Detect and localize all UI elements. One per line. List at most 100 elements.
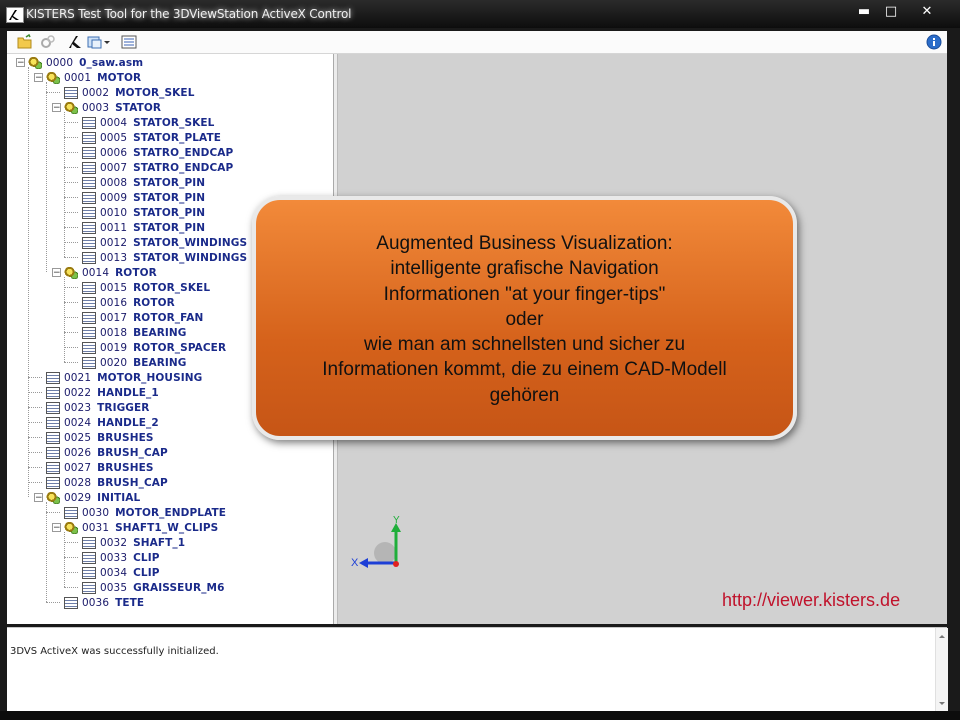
part-icon — [82, 326, 96, 339]
tree-node[interactable]: 0026 BRUSH_CAP — [34, 445, 168, 460]
tree-node[interactable]: 0006 STATRO_ENDCAP — [70, 145, 233, 160]
node-label: TRIGGER — [97, 401, 150, 414]
assembly-icon — [64, 101, 78, 114]
node-number: 0018 — [100, 326, 128, 339]
tree-node[interactable]: 0035 GRAISSEUR_M6 — [70, 580, 225, 595]
tree-node[interactable]: 0010 STATOR_PIN — [70, 205, 205, 220]
tree-node[interactable]: 0022 HANDLE_1 — [34, 385, 159, 400]
collapse-toggle-icon[interactable]: − — [52, 103, 61, 113]
tree-node[interactable]: − 0001 MOTOR — [34, 70, 141, 85]
tree-node[interactable]: 0028 BRUSH_CAP — [34, 475, 168, 490]
node-label: STATOR_PIN — [133, 221, 206, 234]
tree-node[interactable]: 0032 SHAFT_1 — [70, 535, 185, 550]
part-icon — [82, 116, 96, 129]
node-label: STATOR_PLATE — [133, 131, 222, 144]
node-number: 0001 — [64, 71, 92, 84]
collapse-toggle-icon[interactable]: − — [34, 493, 43, 503]
tree-node[interactable]: − 0000 0_saw.asm — [16, 55, 143, 70]
tree-node[interactable]: 0030 MOTOR_ENDPLATE — [52, 505, 226, 520]
tree-node[interactable]: 0018 BEARING — [70, 325, 187, 340]
tree-node[interactable]: 0007 STATRO_ENDCAP — [70, 160, 233, 175]
tree-node[interactable]: 0025 BRUSHES — [34, 430, 154, 445]
kisters-logo-icon[interactable] — [67, 34, 83, 50]
node-number: 0011 — [100, 221, 128, 234]
node-number: 0015 — [100, 281, 128, 294]
tree-node[interactable]: 0020 BEARING — [70, 355, 187, 370]
collapse-toggle-icon[interactable]: − — [16, 58, 25, 68]
tree-node[interactable]: 0009 STATOR_PIN — [70, 190, 205, 205]
part-icon — [46, 401, 60, 414]
open-folder-icon[interactable] — [17, 33, 33, 50]
callout-text: Augmented Business Visualization: intell… — [256, 231, 793, 408]
node-label: STATOR_WINDINGS — [133, 236, 248, 249]
node-number: 0005 — [100, 131, 128, 144]
tree-node[interactable]: 0005 STATOR_PLATE — [70, 130, 221, 145]
node-number: 0022 — [64, 386, 92, 399]
part-icon — [82, 581, 96, 594]
callout-line: Augmented Business Visualization: — [376, 233, 673, 254]
tree-node[interactable]: − 0003 STATOR — [52, 100, 161, 115]
node-label: BRUSH_CAP — [97, 446, 168, 459]
info-icon[interactable] — [926, 34, 942, 50]
tree-node[interactable]: 0036 TETE — [52, 595, 144, 610]
assembly-icon — [46, 71, 60, 84]
part-icon — [82, 191, 96, 204]
export-icon[interactable] — [121, 34, 137, 50]
node-number: 0035 — [100, 581, 128, 594]
tree-node[interactable]: 0013 STATOR_WINDINGS — [70, 250, 247, 265]
node-number: 0010 — [100, 206, 128, 219]
node-label: BRUSH_CAP — [97, 476, 168, 489]
tree-node[interactable]: 0034 CLIP — [70, 565, 160, 580]
settings-icon[interactable] — [40, 34, 56, 50]
tree-node[interactable]: − 0029 INITIAL — [34, 490, 140, 505]
node-number: 0032 — [100, 536, 128, 549]
title-bar[interactable]: KISTERS Test Tool for the 3DViewStation … — [0, 0, 960, 28]
node-number: 0014 — [82, 266, 110, 279]
tree-node[interactable]: − 0031 SHAFT1_W_CLIPS — [52, 520, 218, 535]
window-title: KISTERS Test Tool for the 3DViewStation … — [26, 7, 352, 21]
node-number: 0036 — [82, 596, 110, 609]
node-number: 0030 — [82, 506, 110, 519]
tree-node[interactable]: 0012 STATOR_WINDINGS — [70, 235, 247, 250]
tree-node[interactable]: 0017 ROTOR_FAN — [70, 310, 203, 325]
viewer-url-link[interactable]: http://viewer.kisters.de — [722, 590, 900, 611]
tree-node[interactable]: 0023 TRIGGER — [34, 400, 149, 415]
tree-node[interactable]: 0024 HANDLE_2 — [34, 415, 159, 430]
collapse-toggle-icon[interactable]: − — [52, 523, 61, 533]
status-message: 3DVS ActiveX was successfully initialize… — [10, 646, 219, 657]
assembly-icon — [46, 491, 60, 504]
part-icon — [82, 131, 96, 144]
collapse-toggle-icon[interactable]: − — [34, 73, 43, 83]
tree-node[interactable]: 0002 MOTOR_SKEL — [52, 85, 195, 100]
tree-node[interactable]: 0004 STATOR_SKEL — [70, 115, 214, 130]
view-dropdown-icon[interactable] — [87, 34, 111, 50]
part-icon — [82, 356, 96, 369]
tree-node[interactable]: 0021 MOTOR_HOUSING — [34, 370, 202, 385]
node-number: 0023 — [64, 401, 92, 414]
tree-node[interactable]: 0015 ROTOR_SKEL — [70, 280, 210, 295]
node-label: 0_saw.asm — [79, 56, 144, 69]
node-label: GRAISSEUR_M6 — [133, 581, 225, 594]
tree-node[interactable]: 0019 ROTOR_SPACER — [70, 340, 226, 355]
node-label: STATOR_PIN — [133, 176, 206, 189]
tree-node[interactable]: 0027 BRUSHES — [34, 460, 154, 475]
kisters-app-icon[interactable] — [6, 7, 24, 23]
node-label: MOTOR — [97, 71, 142, 84]
close-button[interactable]: ✕ — [912, 3, 942, 21]
minimize-button[interactable]: ▬ — [850, 3, 878, 21]
tree-node[interactable]: 0016 ROTOR — [70, 295, 175, 310]
node-label: ROTOR_FAN — [133, 311, 204, 324]
tree-node[interactable]: 0033 CLIP — [70, 550, 160, 565]
collapse-toggle-icon[interactable]: − — [52, 268, 61, 278]
tree-node[interactable]: 0008 STATOR_PIN — [70, 175, 205, 190]
tree-node[interactable]: 0011 STATOR_PIN — [70, 220, 205, 235]
node-label: MOTOR_ENDPLATE — [115, 506, 227, 519]
node-number: 0007 — [100, 161, 128, 174]
status-log[interactable]: 3DVS ActiveX was successfully initialize… — [7, 627, 948, 712]
tree-node[interactable]: − 0014 ROTOR — [52, 265, 157, 280]
maximize-button[interactable]: □ — [877, 3, 905, 21]
node-number: 0034 — [100, 566, 128, 579]
part-icon — [82, 296, 96, 309]
node-number: 0003 — [82, 101, 110, 114]
log-scrollbar[interactable] — [935, 628, 948, 712]
